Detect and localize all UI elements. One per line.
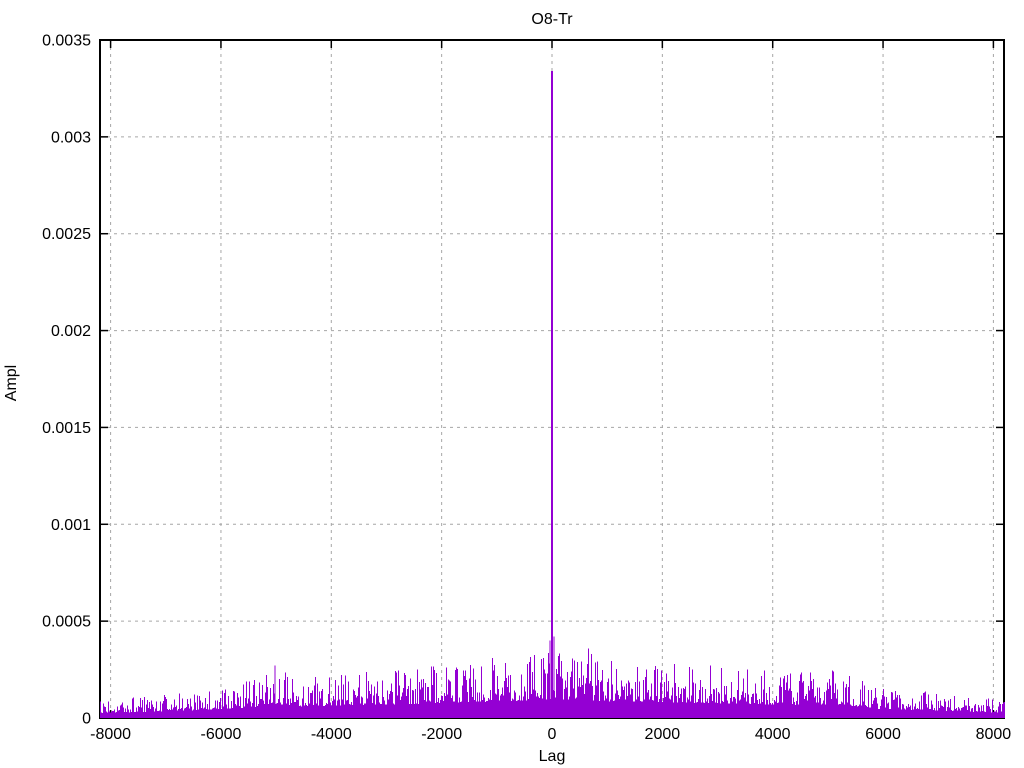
y-tick-label: 0.002: [51, 323, 91, 340]
x-tick-label: -4000: [311, 726, 352, 743]
x-tick-label: -2000: [421, 726, 462, 743]
x-tick-label: 8000: [976, 726, 1012, 743]
y-tick-label: 0.001: [51, 517, 91, 534]
gnuplot-plot-window: -8000 -6000 -4000 -2000 0 2000 4000 6000 8000 0 0.…: [0, 0, 1024, 768]
y-tick-label: 0.0005: [42, 614, 91, 631]
x-tick-label: 0: [548, 726, 557, 743]
series-impulses: [100, 70, 1005, 718]
x-tick-label: 6000: [865, 726, 901, 743]
x-tick-label: -8000: [90, 726, 131, 743]
correlation-chart: -8000 -6000 -4000 -2000 0 2000 4000 6000 8000 0 0.…: [3, 11, 1011, 765]
x-tick-label: 4000: [755, 726, 791, 743]
y-tick-label: 0: [82, 711, 91, 728]
x-tick-label: -6000: [200, 726, 241, 743]
x-tick-label: 2000: [645, 726, 681, 743]
y-tick-label: 0.0025: [42, 226, 91, 243]
chart-title: O8-Tr: [531, 11, 573, 28]
x-axis-label: Lag: [539, 748, 566, 765]
y-axis-label: Ampl: [3, 365, 20, 401]
y-tick-label: 0.0015: [42, 420, 91, 437]
y-tick-label: 0.0035: [42, 33, 91, 50]
tick-labels: -8000 -6000 -4000 -2000 0 2000 4000 6000 8000 0 0.…: [42, 33, 1011, 744]
y-tick-label: 0.003: [51, 129, 91, 146]
